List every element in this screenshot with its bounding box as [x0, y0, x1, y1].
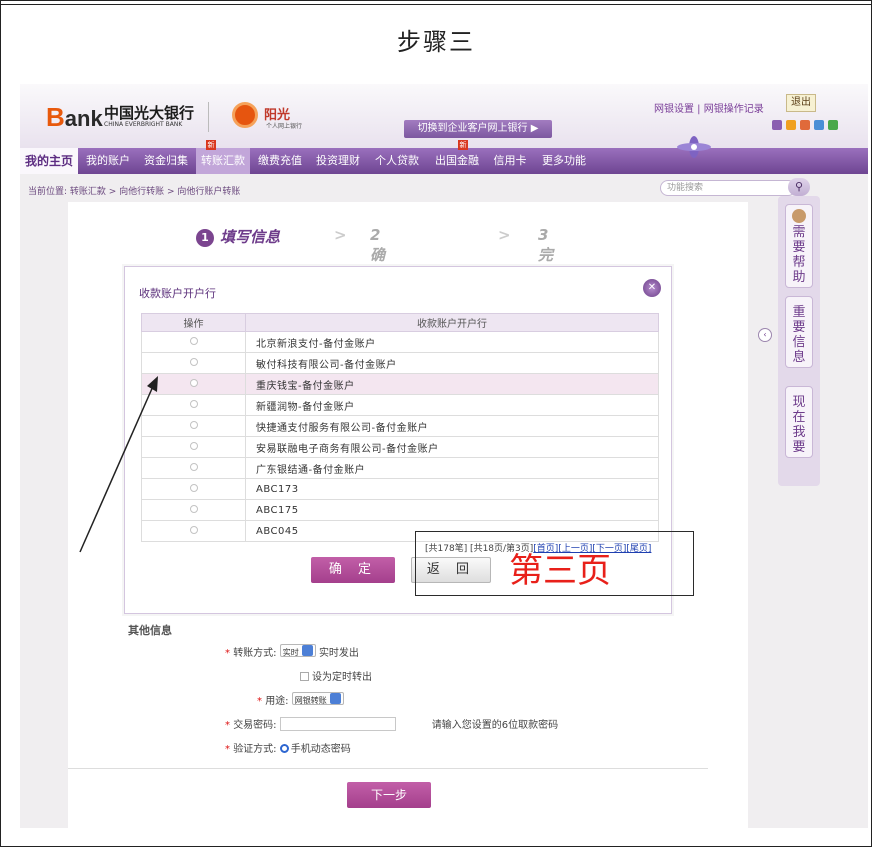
- annotation-arrow: [79, 376, 158, 553]
